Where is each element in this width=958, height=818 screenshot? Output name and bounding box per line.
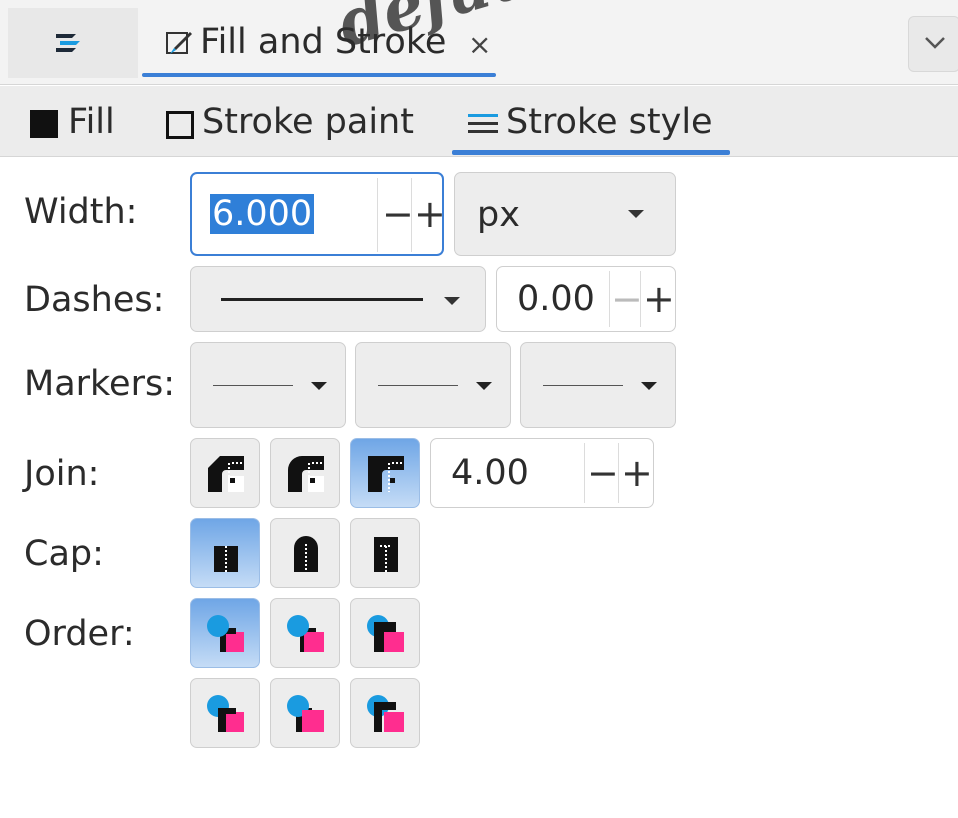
order-label: Order: xyxy=(24,614,135,654)
cap-square-icon xyxy=(374,537,398,572)
miter-limit-input[interactable]: 4.00 xyxy=(451,453,529,493)
subtab-stroke-paint[interactable]: Stroke paint xyxy=(162,96,432,152)
fill-square-icon xyxy=(30,110,58,138)
join-round-button[interactable] xyxy=(270,438,340,508)
paint-order-icon xyxy=(207,695,244,732)
join-round-icon xyxy=(288,456,324,492)
spin-separator xyxy=(584,443,585,503)
miter-limit-spinbutton[interactable]: 4.00 − + xyxy=(430,438,654,508)
start-marker-dropdown[interactable] xyxy=(190,342,346,428)
paint-order-icon xyxy=(367,695,404,732)
order-markers-stroke-fill-button[interactable] xyxy=(350,678,420,748)
dropdown-arrow-icon xyxy=(444,297,460,305)
subtab-stroke-style-label: Stroke style xyxy=(506,102,713,142)
width-increment-button[interactable]: + xyxy=(414,192,446,236)
unit-value: px xyxy=(477,195,520,235)
subtab-stroke-paint-label: Stroke paint xyxy=(202,102,414,142)
active-tab-indicator xyxy=(142,73,496,77)
spin-separator xyxy=(640,271,641,327)
dash-offset-increment-button[interactable]: + xyxy=(643,277,675,321)
cap-butt-icon xyxy=(214,546,238,572)
subtab-fill[interactable]: Fill xyxy=(28,96,148,152)
marker-line-preview xyxy=(378,385,458,386)
tab-label: Fill and Stroke xyxy=(200,22,447,62)
miter-limit-decrement-button[interactable]: − xyxy=(587,451,619,495)
width-label: Width: xyxy=(24,192,138,232)
dropdown-arrow-icon xyxy=(641,382,657,390)
width-decrement-button[interactable]: − xyxy=(382,192,414,236)
dash-offset-input[interactable]: 0.00 xyxy=(517,279,595,319)
dash-line-preview xyxy=(221,298,423,301)
tab-menu-button[interactable] xyxy=(908,16,958,72)
dash-offset-decrement-button[interactable]: − xyxy=(611,277,643,321)
dash-offset-spinbutton[interactable]: 0.00 − + xyxy=(496,266,676,332)
paint-order-icon xyxy=(287,695,324,732)
spin-separator xyxy=(411,178,412,252)
paint-order-icon xyxy=(207,615,244,652)
join-miter-icon xyxy=(368,456,404,492)
tab-fill-and-stroke[interactable]: Fill and Stroke × xyxy=(140,8,518,78)
stroke-style-icon xyxy=(468,114,498,133)
width-input[interactable]: 6.000 xyxy=(210,194,315,234)
cap-butt-button[interactable] xyxy=(190,518,260,588)
order-fill-stroke-markers-button[interactable] xyxy=(190,598,260,668)
mid-marker-dropdown[interactable] xyxy=(355,342,511,428)
spin-separator xyxy=(618,443,619,503)
order-markers-fill-stroke-button[interactable] xyxy=(190,678,260,748)
join-miter-button[interactable] xyxy=(350,438,420,508)
spin-separator xyxy=(609,271,610,327)
dropdown-arrow-icon xyxy=(311,382,327,390)
chevron-down-icon xyxy=(925,37,945,49)
miter-limit-increment-button[interactable]: + xyxy=(621,451,653,495)
end-marker-dropdown[interactable] xyxy=(520,342,676,428)
subtab-fill-label: Fill xyxy=(68,102,115,142)
cap-square-button[interactable] xyxy=(350,518,420,588)
marker-line-preview xyxy=(543,385,623,386)
active-subtab-indicator xyxy=(452,150,730,155)
marker-line-preview xyxy=(213,385,293,386)
subtab-stroke-style[interactable]: Stroke style xyxy=(462,96,732,152)
dropdown-arrow-icon xyxy=(628,210,644,218)
join-label: Join: xyxy=(24,454,100,494)
dropdown-arrow-icon xyxy=(476,382,492,390)
unit-dropdown[interactable]: px xyxy=(454,172,676,256)
dash-pattern-dropdown[interactable] xyxy=(190,266,486,332)
cap-label: Cap: xyxy=(24,534,104,574)
dashes-label: Dashes: xyxy=(24,280,165,320)
spin-separator xyxy=(377,178,378,252)
join-bevel-button[interactable] xyxy=(190,438,260,508)
cap-round-icon xyxy=(294,536,318,572)
paint-order-icon xyxy=(287,615,324,652)
fill-stroke-icon xyxy=(166,32,192,54)
markers-label: Markers: xyxy=(24,364,176,404)
stack-icon xyxy=(56,34,80,52)
stroke-square-icon xyxy=(166,111,194,139)
order-stroke-fill-markers-button[interactable] xyxy=(270,598,340,668)
order-fill-markers-stroke-button[interactable] xyxy=(350,598,420,668)
width-spinbutton[interactable]: 6.000 − + xyxy=(190,172,446,256)
join-bevel-icon xyxy=(208,456,244,492)
order-stroke-markers-fill-button[interactable] xyxy=(270,678,340,748)
tab-close-icon[interactable]: × xyxy=(468,28,491,61)
paint-order-icon xyxy=(367,615,404,652)
tab-layers[interactable] xyxy=(8,8,138,78)
cap-round-button[interactable] xyxy=(270,518,340,588)
